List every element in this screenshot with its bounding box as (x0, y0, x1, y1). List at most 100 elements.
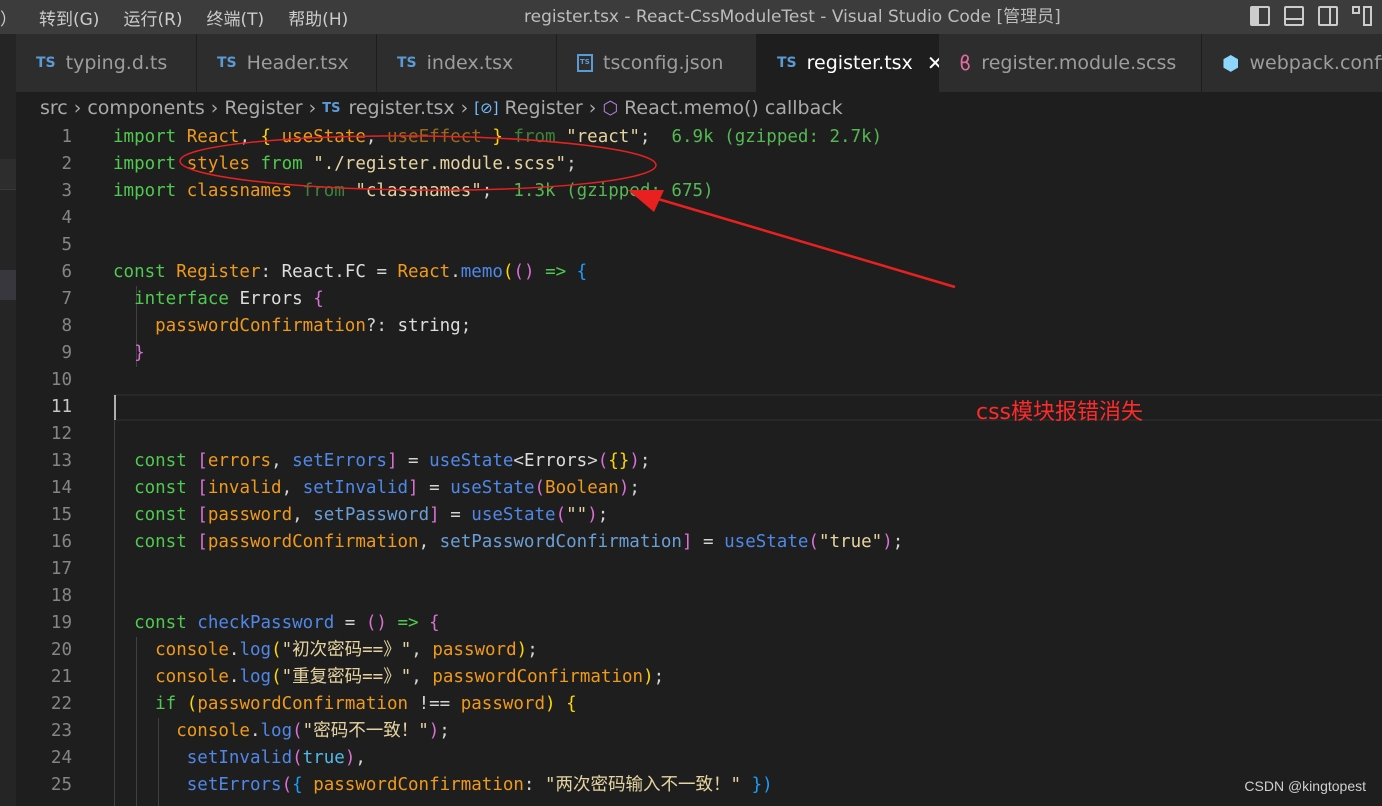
code-token: ( (555, 505, 567, 525)
tab-tsconfig-json[interactable]: tsconfig.json (557, 34, 757, 92)
code-line[interactable] (113, 232, 1382, 259)
code-line[interactable]: const checkPassword = () => { (113, 610, 1382, 637)
toggle-primary-sidebar-icon[interactable] (1250, 6, 1270, 26)
code-token: ( (808, 532, 819, 552)
code-token: password (432, 640, 517, 660)
symbol-method-icon: ⬡ (602, 97, 619, 119)
code-line[interactable]: setInvalid(true), (113, 745, 1382, 772)
code-token: ; (639, 451, 651, 471)
code-token: ; (527, 640, 538, 660)
code-token: checkPassword (197, 613, 335, 633)
code-line[interactable] (113, 556, 1382, 583)
code-token: { (429, 613, 440, 633)
line-number: 20 (50, 640, 72, 660)
code-line[interactable]: passwordConfirmation?: string; (113, 313, 1382, 340)
code-line[interactable]: const [errors, setErrors] = useState<Err… (113, 448, 1382, 475)
code-line[interactable]: import styles from "./register.module.sc… (113, 151, 1382, 178)
code-token: ) (643, 667, 654, 687)
tab-index-tsx[interactable]: TS index.tsx (377, 34, 557, 92)
code-token: "classnames" (355, 181, 482, 201)
code-token: ) (618, 478, 630, 498)
code-token: FC (344, 262, 366, 282)
code-token: . (450, 262, 461, 282)
code-token: invalid (207, 478, 282, 498)
code-line[interactable]: const [passwordConfirmation, setPassword… (113, 529, 1382, 556)
ts-icon: TS (777, 55, 797, 71)
tab-typing-d-ts[interactable]: TS typing.d.ts (16, 34, 197, 92)
toggle-panel-icon[interactable] (1284, 6, 1304, 26)
customize-layout-icon[interactable] (1352, 6, 1372, 26)
code-token: }) (741, 775, 773, 795)
code-token: ; (653, 667, 665, 687)
breadcrumb-src[interactable]: src (40, 97, 68, 119)
code-token: ; (892, 532, 904, 552)
code-token: Errors (523, 451, 588, 471)
code-token: = (334, 613, 366, 633)
code-lines[interactable]: import React, { useState, useEffect } fr… (113, 124, 1382, 799)
code-line[interactable]: import React, { useState, useEffect } fr… (113, 124, 1382, 151)
code-token: useState (429, 451, 514, 471)
code-token: import (113, 154, 187, 174)
code-line[interactable] (113, 367, 1382, 394)
code-line[interactable] (113, 421, 1382, 448)
code-token: 1.3k (gzipped: 675) (513, 181, 714, 201)
ts-icon: TS (36, 55, 56, 71)
code-line[interactable]: const [password, setPassword] = useState… (113, 502, 1382, 529)
tab-register-module-scss[interactable]: ϐ register.module.scss (939, 34, 1202, 92)
code-token: log (239, 640, 272, 660)
code-line[interactable]: const [invalid, setInvalid] = useState(B… (113, 475, 1382, 502)
code-line[interactable]: const Register: React.FC = React.memo(()… (113, 259, 1382, 286)
code-token: ] (408, 478, 419, 498)
menu-item-run[interactable]: 运行(R) (123, 5, 182, 30)
sidebar-item[interactable] (0, 159, 16, 190)
code-line[interactable] (113, 394, 1382, 421)
tab-webpack-config[interactable]: ⬢ webpack.config (1202, 34, 1382, 92)
tab-header-tsx[interactable]: TS Header.tsx (197, 34, 377, 92)
code-token: ( (502, 262, 514, 282)
toggle-secondary-sidebar-icon[interactable] (1318, 6, 1338, 26)
code-token: from (292, 181, 356, 201)
code-token: ( (271, 640, 282, 660)
menu-item-help[interactable]: 帮助(H) (288, 5, 348, 30)
code-line[interactable] (113, 583, 1382, 610)
menu-item-goto[interactable]: 转到(G) (39, 5, 99, 30)
breadcrumb-symbol-register[interactable]: Register (505, 97, 583, 119)
code-token: ( (597, 451, 609, 471)
tab-label: webpack.config (1249, 52, 1382, 74)
code-token: = (397, 451, 430, 471)
code-token: ) (545, 694, 567, 714)
code-token: [ (197, 478, 208, 498)
code-token: ) (882, 532, 893, 552)
code-line[interactable]: } (113, 340, 1382, 367)
code-token: [ (197, 451, 208, 471)
breadcrumb-file[interactable]: register.tsx (348, 97, 454, 119)
code-token: console (113, 721, 250, 741)
code-line[interactable]: setErrors({ passwordConfirmation: "两次密码输… (113, 772, 1382, 799)
code-line[interactable]: import classnames from "classnames"; 1.3… (113, 178, 1382, 205)
title-bar: ） 转到(G) 运行(R) 终端(T) 帮助(H) register.tsx -… (0, 0, 1382, 34)
breadcrumb-components[interactable]: components (87, 97, 204, 119)
code-token: ; (566, 154, 577, 174)
code-token: console (113, 640, 229, 660)
code-line[interactable]: interface Errors { (113, 286, 1382, 313)
menu-bar: ） 转到(G) 运行(R) 终端(T) 帮助(H) (0, 0, 372, 34)
code-line[interactable]: console.log("重复密码==》", passwordConfirmat… (113, 664, 1382, 691)
menu-item-partial[interactable]: ） (0, 5, 17, 30)
code-line[interactable]: if (passwordConfirmation !== password) { (113, 691, 1382, 718)
line-number: 5 (61, 235, 72, 255)
line-number: 19 (50, 613, 72, 633)
sidebar-item-selected[interactable] (0, 270, 16, 300)
code-editor[interactable]: 1 2 3 4 5 6 7 8 9 10 11 12 13 14 15 16 1… (16, 124, 1382, 806)
breadcrumb-symbol-callback[interactable]: React.memo() callback (624, 97, 843, 119)
code-token: useState (281, 127, 366, 147)
code-line[interactable]: console.log("初次密码==》", password); (113, 637, 1382, 664)
code-token: Boolean (545, 478, 619, 498)
code-token: {} (608, 451, 630, 471)
breadcrumb-register-folder[interactable]: Register (224, 97, 302, 119)
code-line[interactable]: console.log("密码不一致！"); (113, 718, 1382, 745)
menu-item-terminal[interactable]: 终端(T) (207, 5, 265, 30)
code-token: , (239, 127, 261, 147)
tab-register-tsx[interactable]: TS register.tsx ✕ (757, 34, 944, 92)
tab-label: tsconfig.json (603, 52, 724, 74)
code-line[interactable] (113, 205, 1382, 232)
